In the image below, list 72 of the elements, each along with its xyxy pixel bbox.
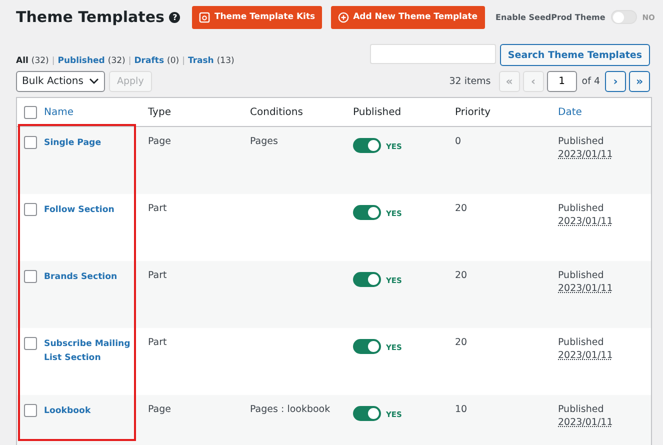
column-header: Priority	[455, 106, 491, 118]
table-cell: Page	[148, 404, 171, 415]
date-text: 2023/01/11	[558, 350, 613, 361]
table-cell: 10	[455, 404, 468, 415]
status-text: Published	[558, 203, 605, 214]
status-text: Published	[558, 404, 605, 415]
template-name-link[interactable]: Brands Section	[44, 270, 144, 284]
last-page-button[interactable]: »	[629, 70, 650, 92]
template-icon	[199, 12, 210, 22]
table-cell: 20	[455, 203, 468, 214]
table-cell: Part	[148, 270, 167, 281]
table-cell: Pages : lookbook	[250, 404, 330, 415]
table-cell: Part	[148, 203, 167, 214]
page-title: Theme Templates	[16, 8, 164, 26]
published-toggle[interactable]	[353, 339, 381, 354]
page-total: of 4	[582, 76, 600, 86]
next-page-button[interactable]: ›	[605, 70, 626, 92]
status-text: Published	[558, 270, 605, 281]
select-all-checkbox[interactable]	[24, 106, 37, 118]
column-header[interactable]: Name	[44, 106, 74, 118]
filter-link[interactable]: Drafts	[134, 56, 164, 66]
row-checkbox[interactable]	[24, 337, 37, 350]
table-cell: 20	[455, 337, 468, 348]
date-text: 2023/01/11	[558, 149, 613, 160]
filter-count: (32)	[31, 56, 49, 66]
published-toggle[interactable]	[353, 406, 381, 421]
row-checkbox[interactable]	[24, 404, 37, 417]
date-text: 2023/01/11	[558, 283, 613, 294]
column-header[interactable]: Date	[558, 106, 582, 118]
separator: |	[182, 56, 185, 66]
page-number-field[interactable]: 1	[546, 70, 577, 92]
filter-count: (32)	[108, 56, 126, 66]
chevron-down-icon	[89, 78, 99, 84]
filter-link[interactable]: Trash	[188, 56, 214, 66]
date-text: 2023/01/11	[558, 417, 613, 428]
header-button[interactable]: Add New Theme Template	[331, 6, 485, 28]
filter-count: (13)	[216, 56, 234, 66]
plus-circle-icon	[338, 12, 350, 22]
header-button[interactable]: Theme Template Kits	[192, 6, 322, 28]
column-header: Conditions	[250, 106, 303, 118]
item-count: 32 items	[449, 76, 491, 86]
row-checkbox[interactable]	[24, 203, 37, 216]
table-cell: Page	[148, 136, 171, 147]
row-checkbox[interactable]	[24, 270, 37, 283]
table-cell: Part	[148, 337, 167, 348]
row-checkbox[interactable]	[24, 136, 37, 149]
published-toggle[interactable]	[353, 138, 381, 153]
separator: |	[52, 56, 55, 66]
published-toggle[interactable]	[353, 272, 381, 287]
column-header: Type	[148, 106, 171, 118]
template-name-link[interactable]: Lookbook	[44, 404, 144, 418]
date-text: 2023/01/11	[558, 216, 613, 227]
table-cell: 0	[455, 136, 462, 147]
toggle-label: Enable SeedProd Theme	[496, 12, 606, 22]
help-icon[interactable]: ?	[169, 12, 180, 22]
column-header: Published	[353, 106, 402, 118]
status-text: Published	[558, 337, 605, 348]
published-toggle[interactable]	[353, 205, 381, 220]
table-cell: 20	[455, 270, 468, 281]
filter-count: (0)	[167, 56, 180, 66]
table-cell: Pages	[250, 136, 278, 147]
separator: |	[128, 56, 132, 66]
status-text: Published	[558, 136, 605, 147]
template-name-link[interactable]: Single Page	[44, 136, 144, 150]
search-field[interactable]	[370, 44, 496, 64]
template-name-link[interactable]: Subscribe Mailing List Section	[44, 337, 144, 365]
filter-link[interactable]: All	[16, 56, 28, 66]
template-name-link[interactable]: Follow Section	[44, 203, 144, 217]
bulk-actions-select[interactable]: Bulk Actions	[16, 70, 105, 92]
search-button[interactable]: Search Theme Templates	[500, 44, 650, 66]
filter-link[interactable]: Published	[58, 56, 105, 66]
theme-toggle[interactable]	[611, 10, 638, 24]
